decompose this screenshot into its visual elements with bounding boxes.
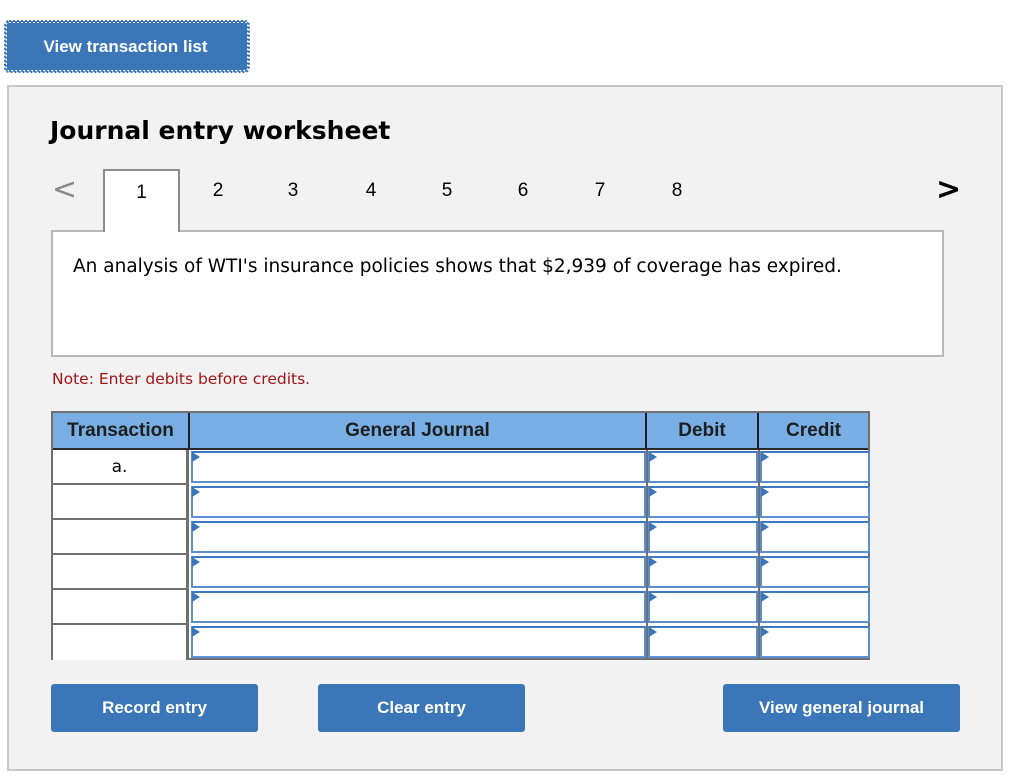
- table-row: [53, 555, 870, 590]
- debit-input[interactable]: [648, 451, 758, 483]
- page-title: Journal entry worksheet: [50, 116, 391, 145]
- table-row: a.: [53, 450, 870, 485]
- debit-input[interactable]: [648, 591, 758, 623]
- table-row: [53, 520, 870, 555]
- credit-input[interactable]: [760, 521, 870, 553]
- view-general-journal-label: View general journal: [758, 698, 925, 717]
- account-input[interactable]: [191, 626, 646, 658]
- debit-input[interactable]: [648, 486, 758, 518]
- header-credit: Credit: [786, 419, 841, 441]
- tab-7[interactable]: 7: [580, 180, 620, 206]
- instruction-note: Note: Enter debits before credits.: [52, 370, 311, 388]
- record-entry-label: Record entry: [102, 698, 207, 717]
- view-transaction-list-label: View transaction list: [43, 36, 208, 56]
- transaction-cell: [53, 485, 189, 520]
- transaction-cell: [53, 590, 189, 625]
- tab-8[interactable]: 8: [657, 180, 697, 206]
- account-input[interactable]: [191, 486, 646, 518]
- account-input[interactable]: [191, 591, 646, 623]
- credit-input[interactable]: [760, 451, 870, 483]
- debit-input[interactable]: [648, 521, 758, 553]
- record-entry-button[interactable]: Record entry: [51, 684, 258, 732]
- credit-input[interactable]: [760, 626, 870, 658]
- transaction-cell: a.: [53, 450, 189, 485]
- debit-input[interactable]: [648, 626, 758, 658]
- header-debit: Debit: [647, 413, 759, 448]
- transaction-description-box: An analysis of WTI's insurance policies …: [51, 230, 944, 357]
- header-general-journal: General Journal: [190, 413, 647, 448]
- transaction-cell: [53, 555, 189, 590]
- credit-input[interactable]: [760, 591, 870, 623]
- account-input[interactable]: [191, 451, 646, 483]
- table-row: [53, 590, 870, 625]
- tab-5[interactable]: 5: [427, 180, 467, 206]
- chevron-right-icon[interactable]: >: [936, 175, 961, 206]
- tab-2[interactable]: 2: [198, 180, 238, 206]
- tab-6[interactable]: 6: [503, 180, 543, 206]
- tab-3[interactable]: 3: [273, 180, 313, 206]
- table-row: [53, 485, 870, 520]
- view-general-journal-button[interactable]: View general journal: [723, 684, 960, 732]
- credit-input[interactable]: [760, 556, 870, 588]
- credit-input[interactable]: [760, 486, 870, 518]
- table-header: Transaction General Journal Debit Credit: [53, 413, 868, 450]
- account-input[interactable]: [191, 521, 646, 553]
- account-input[interactable]: [191, 556, 646, 588]
- clear-entry-button[interactable]: Clear entry: [318, 684, 525, 732]
- chevron-left-icon[interactable]: <: [52, 175, 77, 206]
- debit-input[interactable]: [648, 556, 758, 588]
- clear-entry-label: Clear entry: [377, 698, 466, 717]
- transaction-description: An analysis of WTI's insurance policies …: [73, 256, 842, 277]
- tab-1[interactable]: 1: [103, 169, 180, 232]
- transaction-cell: [53, 520, 189, 555]
- header-transaction: Transaction: [53, 413, 190, 448]
- view-transaction-list-button[interactable]: View transaction list: [4, 20, 250, 73]
- journal-table: Transaction General Journal Debit Credit…: [51, 411, 870, 660]
- transaction-cell: [53, 625, 189, 660]
- table-row: [53, 625, 870, 660]
- tab-4[interactable]: 4: [351, 180, 391, 206]
